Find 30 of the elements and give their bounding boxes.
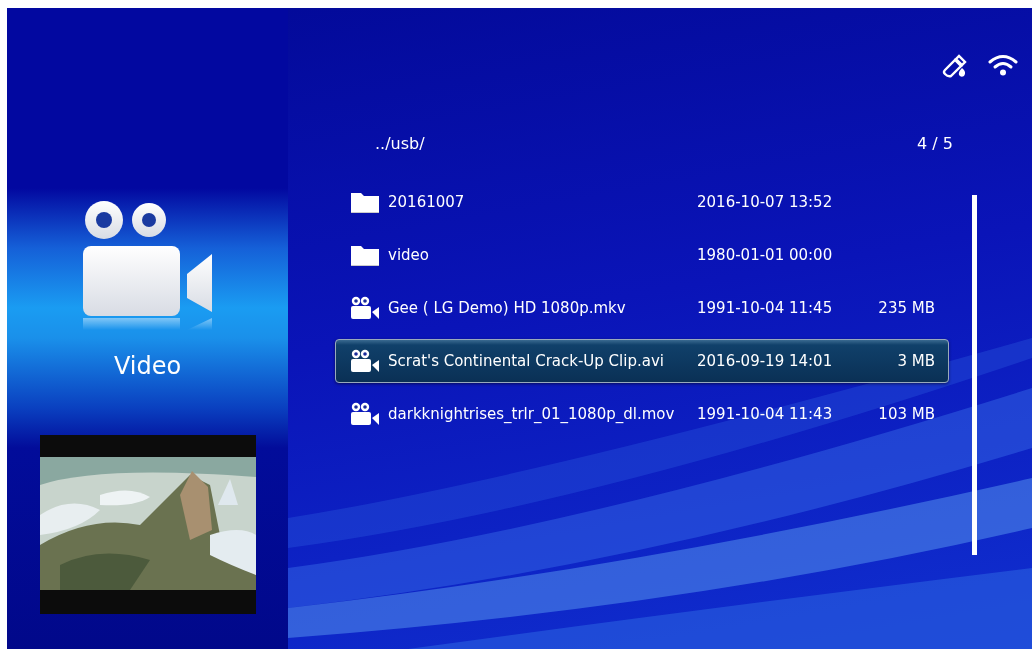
file-row[interactable]: 20161007 2016-10-07 13:52 — [335, 180, 949, 224]
page-counter: 4 / 5 — [917, 133, 953, 153]
wifi-icon — [988, 54, 1018, 76]
video-camera-icon — [350, 296, 380, 320]
file-name: 20161007 — [388, 193, 466, 211]
file-row[interactable]: Scrat's Continental Crack-Up Clip.avi 2016-09-19 14:01 3 MB — [335, 339, 949, 383]
file-date: 1991-10-04 11:45 — [697, 299, 834, 317]
file-date: 2016-10-07 13:52 — [697, 193, 834, 211]
file-row[interactable]: video 1980-01-01 00:00 — [335, 233, 949, 277]
file-size: 103 MB — [877, 405, 935, 423]
file-date: 1991-10-04 11:43 — [697, 405, 834, 423]
file-name: video — [388, 246, 430, 264]
video-camera-icon — [350, 402, 380, 426]
file-size: 235 MB — [877, 299, 935, 317]
file-date: 1980-01-01 00:00 — [697, 246, 834, 264]
file-row[interactable]: Gee ( LG Demo) HD 1080p.mkv 1991-10-04 11:45 235 MB — [335, 286, 949, 330]
video-camera-icon — [80, 200, 215, 330]
scrollbar[interactable] — [972, 195, 977, 555]
category-label: Video — [113, 352, 182, 380]
folder-icon — [350, 190, 380, 214]
file-name: Scrat's Continental Crack-Up Clip.avi — [388, 352, 665, 370]
file-row[interactable]: darkknightrises_trlr_01_1080p_dl.mov 1991-10-04 11:43 103 MB — [335, 392, 949, 436]
file-date: 2016-09-19 14:01 — [697, 352, 834, 370]
file-size: 3 MB — [896, 352, 935, 370]
video-camera-icon — [350, 349, 380, 373]
folder-icon — [350, 243, 380, 267]
file-name: darkknightrises_trlr_01_1080p_dl.mov — [388, 405, 676, 423]
usb-drive-icon — [942, 54, 968, 78]
file-name: Gee ( LG Demo) HD 1080p.mkv — [388, 299, 627, 317]
folder-path: ../usb/ — [375, 133, 425, 153]
